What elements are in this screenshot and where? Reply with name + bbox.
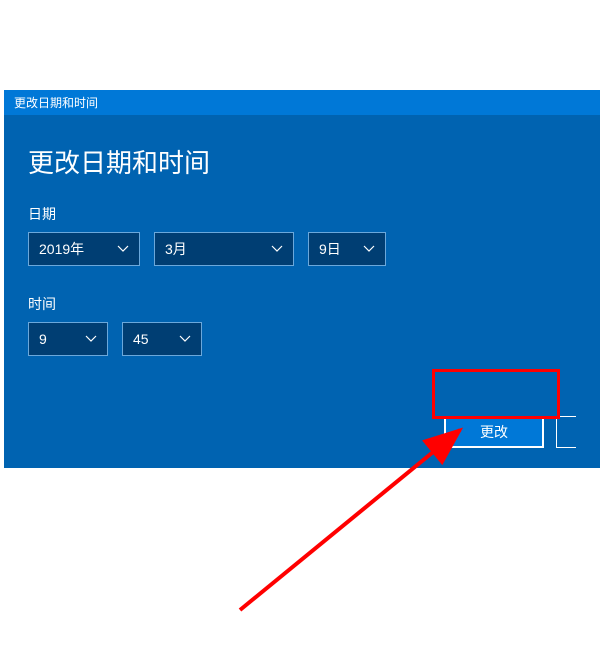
date-label: 日期 bbox=[28, 204, 576, 224]
time-row: 9 45 bbox=[28, 322, 576, 356]
year-value: 2019年 bbox=[39, 239, 84, 259]
change-button-label: 更改 bbox=[480, 422, 508, 442]
secondary-button[interactable] bbox=[556, 416, 576, 448]
minute-value: 45 bbox=[133, 331, 149, 347]
hour-value: 9 bbox=[39, 331, 47, 347]
change-button[interactable]: 更改 bbox=[444, 416, 544, 448]
dialog-heading: 更改日期和时间 bbox=[28, 143, 576, 180]
chevron-down-icon bbox=[363, 245, 375, 253]
day-select[interactable]: 9日 bbox=[308, 232, 386, 266]
dialog-title: 更改日期和时间 bbox=[14, 96, 98, 110]
chevron-down-icon bbox=[117, 245, 129, 253]
day-value: 9日 bbox=[319, 239, 341, 259]
chevron-down-icon bbox=[179, 335, 191, 343]
button-row: 更改 bbox=[28, 416, 576, 448]
month-select[interactable]: 3月 bbox=[154, 232, 294, 266]
month-value: 3月 bbox=[165, 239, 187, 259]
date-row: 2019年 3月 9日 bbox=[28, 232, 576, 266]
chevron-down-icon bbox=[85, 335, 97, 343]
change-datetime-dialog: 更改日期和时间 更改日期和时间 日期 2019年 3月 9日 时间 9 bbox=[4, 90, 600, 468]
year-select[interactable]: 2019年 bbox=[28, 232, 140, 266]
dialog-body: 更改日期和时间 日期 2019年 3月 9日 时间 9 45 bbox=[4, 115, 600, 468]
minute-select[interactable]: 45 bbox=[122, 322, 202, 356]
chevron-down-icon bbox=[271, 245, 283, 253]
dialog-title-bar: 更改日期和时间 bbox=[4, 90, 600, 115]
time-label: 时间 bbox=[28, 294, 576, 314]
hour-select[interactable]: 9 bbox=[28, 322, 108, 356]
